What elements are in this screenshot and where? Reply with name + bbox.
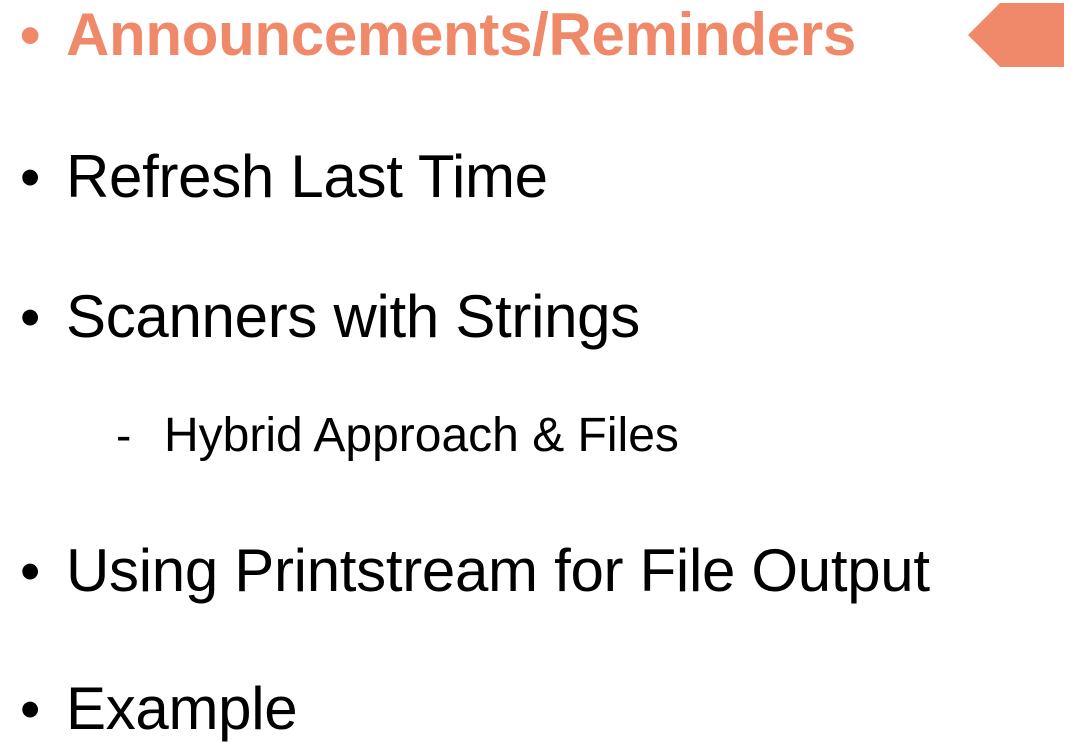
bullet-item-announcements: • Announcements/Reminders — [20, 0, 856, 69]
sub-bullet-item-hybrid: - Hybrid Approach & Files — [116, 408, 679, 463]
bullet-text: Announcements/Reminders — [66, 1, 856, 68]
bullet-text: Scanners with Strings — [66, 283, 640, 350]
bullet-item-example: • Example — [20, 674, 298, 743]
slide: • Announcements/Reminders • Refresh Last… — [0, 0, 1076, 747]
sub-bullet-text: Hybrid Approach & Files — [164, 409, 679, 462]
bullet-marker: • — [20, 285, 41, 350]
bullet-item-printstream: • Using Printstream for File Output — [20, 536, 930, 605]
bullet-marker: • — [20, 539, 41, 604]
bullet-text: Example — [66, 675, 298, 742]
bullet-item-scanners: • Scanners with Strings — [20, 282, 640, 351]
bullet-marker: • — [20, 677, 41, 742]
bullet-marker: • — [20, 145, 41, 210]
bullet-text: Using Printstream for File Output — [66, 537, 930, 604]
bullet-text: Refresh Last Time — [66, 143, 548, 210]
current-section-marker-icon — [968, 3, 1064, 67]
sub-bullet-marker: - — [116, 409, 132, 461]
bullet-item-refresh: • Refresh Last Time — [20, 142, 548, 211]
bullet-marker: • — [20, 3, 41, 68]
